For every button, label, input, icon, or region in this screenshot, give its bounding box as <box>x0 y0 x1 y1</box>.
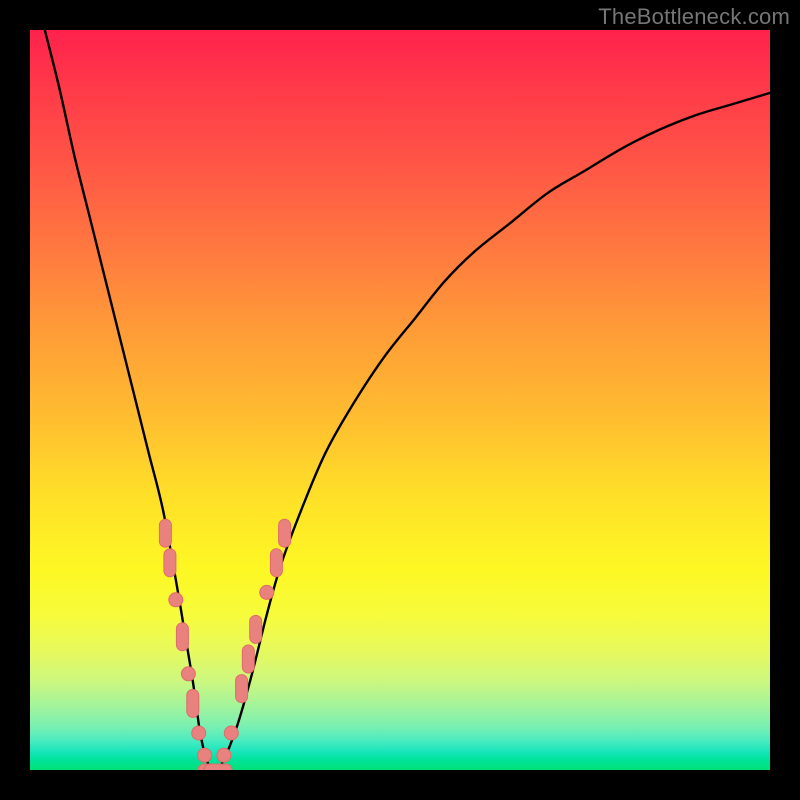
data-marker <box>217 748 231 762</box>
data-marker <box>159 519 171 547</box>
data-marker <box>198 748 212 762</box>
data-marker <box>181 667 195 681</box>
data-marker <box>270 549 282 577</box>
watermark-text: TheBottleneck.com <box>598 4 790 30</box>
data-marker <box>176 623 188 651</box>
data-marker <box>192 726 206 740</box>
data-marker <box>224 726 238 740</box>
bottleneck-curve <box>45 30 770 770</box>
data-marker <box>169 593 183 607</box>
data-marker <box>260 585 274 599</box>
data-marker <box>242 645 254 673</box>
marker-group <box>159 519 290 770</box>
chart-stage: TheBottleneck.com <box>0 0 800 800</box>
data-marker <box>204 764 232 770</box>
data-marker <box>187 689 199 717</box>
data-marker <box>250 615 262 643</box>
chart-svg <box>30 30 770 770</box>
data-marker <box>279 519 291 547</box>
data-marker <box>236 675 248 703</box>
data-marker <box>164 549 176 577</box>
plot-area <box>30 30 770 770</box>
